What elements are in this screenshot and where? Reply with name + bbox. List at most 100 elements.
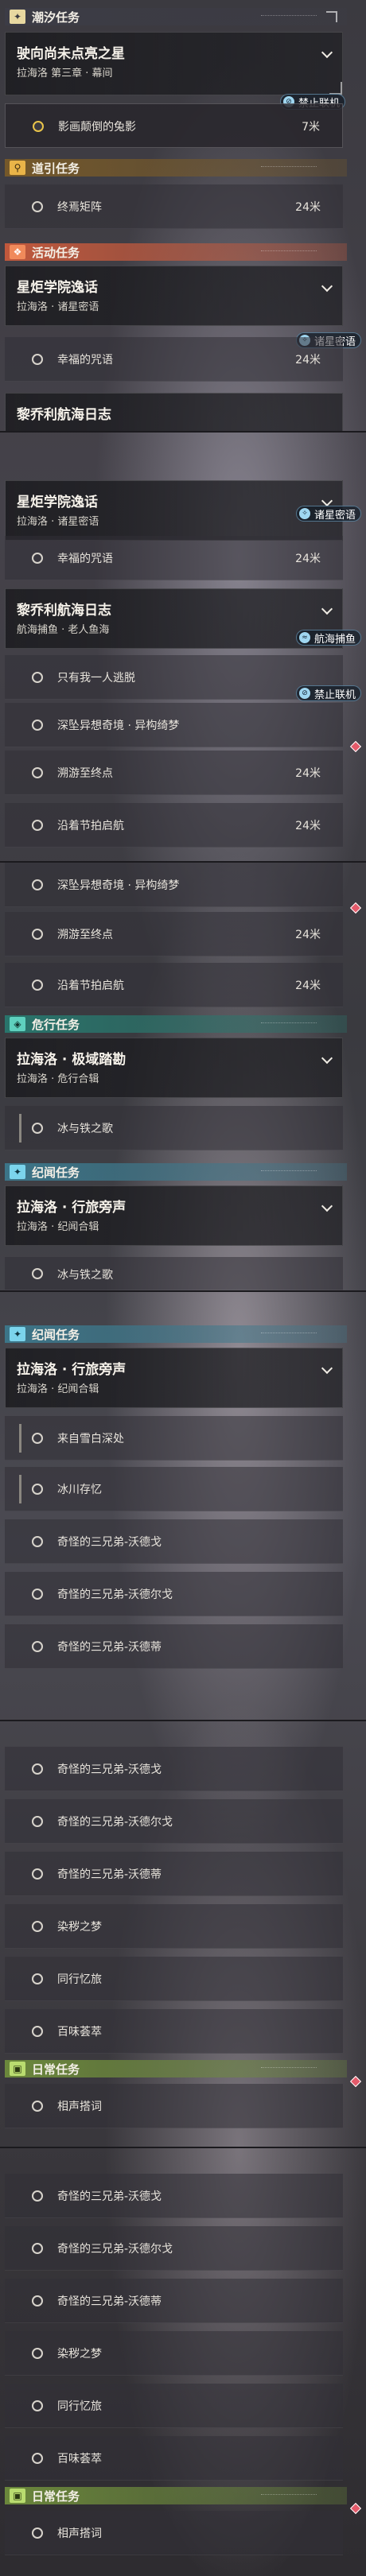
quest-step[interactable]: 沿着节拍启航 24米 [5,803,343,848]
category-label: 潮汐任务 [32,10,80,25]
quest-step[interactable]: 奇怪的三兄弟-沃德蒂 [5,1624,343,1669]
quest-step[interactable]: 奇怪的三兄弟-沃德戈 [5,1519,343,1564]
quest-step[interactable]: 同行忆旅 [5,1957,343,2001]
quest-card[interactable]: 星炬学院逸话 拉海洛 · 诸星密语 [5,266,343,326]
category-guide-quests[interactable]: ⚲ 道引任务 [5,159,347,177]
category-tide-quests[interactable]: ✦ 潮汐任务 [5,8,347,25]
category-event-quests[interactable]: ❖ 活动任务 [5,243,347,261]
quest-step-partial[interactable]: 冰与铁之歌 [5,1257,343,1290]
category-label: 活动任务 [32,245,80,260]
step-label: 奇怪的三兄弟-沃德尔戈 [57,1816,173,1829]
quest-step[interactable]: 溯游至终点 24米 [5,912,343,956]
event-icon: ❖ [10,245,25,259]
quest-step-selected[interactable]: 影画颠倒的兔影 7米 [5,103,343,148]
fish-icon: ≈ [298,632,310,643]
corner-mark-icon [326,11,337,22]
quest-title: 星炬学院逸话 [17,280,98,296]
quest-step[interactable]: 奇怪的三兄弟-沃德蒂 [5,1852,343,1896]
quest-step[interactable]: 幸福的咒语 24米 [5,337,343,382]
quest-step[interactable]: 幸福的咒语 24米 [5,536,343,580]
quest-step[interactable]: 只有我一人逃脱 [5,655,343,700]
step-label: 奇怪的三兄弟-沃德戈 [57,1536,162,1549]
quest-card[interactable]: 拉海洛 · 行旅旁声 拉海洛 · 纪闻合辑 [5,1185,343,1246]
step-circle-icon [32,672,43,683]
chevron-down-icon[interactable] [321,280,333,293]
event-tag: ✧ 诸星密语 [295,506,361,522]
quest-step[interactable]: 奇怪的三兄弟-沃德戈 [5,1747,343,1791]
quest-step[interactable]: 奇怪的三兄弟-沃德尔戈 [5,1572,343,1616]
alert-diamond-icon [349,740,362,753]
quest-step[interactable]: 沿着节拍启航 24米 [5,963,343,1007]
category-chronicle-quests[interactable]: ✦ 纪闻任务 [5,1325,347,1343]
step-circle-icon [32,720,43,731]
category-danger-quests[interactable]: ◈ 危行任务 [5,1015,347,1033]
quest-title: 星炬学院逸话 [17,495,98,510]
step-label: 奇怪的三兄弟-沃德尔戈 [57,1589,173,1601]
quest-step[interactable]: 奇怪的三兄弟-沃德戈 [5,2174,343,2218]
category-chronicle-quests[interactable]: ✦ 纪闻任务 [5,1163,347,1181]
chevron-down-icon[interactable] [321,603,333,615]
step-distance: 24米 [295,820,321,832]
corner-mark-icon [329,82,342,95]
step-circle-icon [32,2453,43,2464]
quest-step[interactable]: 奇怪的三兄弟-沃德尔戈 [5,1799,343,1844]
quest-step[interactable]: 冰川存忆 [5,1467,343,1511]
fishing-tag: ≈ 航海捕鱼 [295,630,361,646]
category-label: 纪闻任务 [32,1327,80,1342]
quest-step[interactable]: 百味荟萃 [5,2009,343,2054]
sparkle-icon: ✦ [10,1165,25,1179]
quest-title: 拉海洛 · 行旅旁声 [17,1200,127,1216]
quest-step[interactable]: 溯游至终点 24米 [5,751,343,795]
step-circle-icon [32,980,43,991]
chevron-down-icon[interactable] [321,1200,333,1212]
quest-step[interactable]: 深坠异想奇境 · 异构绮梦 [5,863,343,907]
category-label: 危行任务 [32,1017,80,1032]
location-pin-icon: ⚲ [10,161,25,175]
quest-step[interactable]: 深坠异想奇境 · 异构绮梦 [5,703,343,747]
step-circle-icon [32,2190,43,2202]
quest-card[interactable]: 拉海洛 · 行旅旁声 拉海洛 · 纪闻合辑 [5,1348,343,1408]
step-circle-icon [32,1973,43,1984]
quest-step[interactable]: 冰与铁之歌 [5,1106,343,1150]
quest-subtitle: 拉海洛 · 诸星密语 [17,516,99,528]
quest-card-partial[interactable]: 黎乔利航海日志 [5,393,343,431]
step-label: 奇怪的三兄弟-沃德蒂 [57,2295,162,2308]
quest-card[interactable]: 拉海洛 · 极域踏勘 拉海洛 · 危行合辑 [5,1038,343,1098]
chevron-down-icon[interactable] [321,1362,333,1375]
step-label: 终焉矩阵 [57,201,102,214]
quest-step[interactable]: 染秽之梦 [5,2331,343,2376]
quest-step[interactable]: 染秽之梦 [5,1904,343,1949]
quest-card[interactable]: 驶向尚未点亮之星 拉海洛 第三章 · 幕间 [5,32,343,95]
step-label: 冰与铁之歌 [57,1123,113,1135]
screen-segment-3: 深坠异想奇境 · 异构绮梦 溯游至终点 24米 沿着节拍启航 24米 ◈ 危行任… [0,863,366,1290]
category-daily-quests[interactable]: ▣ 日常任务 [5,2060,347,2077]
step-label: 奇怪的三兄弟-沃德戈 [57,2190,162,2203]
quest-card[interactable]: 黎乔利航海日志 航海捕鱼 · 老人鱼海 [5,588,343,649]
chevron-down-icon[interactable] [321,46,333,59]
category-daily-quests[interactable]: ▣ 日常任务 [5,2487,347,2504]
step-distance: 24米 [295,553,321,565]
quest-step[interactable]: 奇怪的三兄弟-沃德尔戈 [5,2226,343,2271]
quest-step[interactable]: 同行忆旅 [5,2384,343,2428]
chevron-down-icon[interactable] [321,495,333,507]
calendar-icon: ▣ [10,2062,25,2076]
step-label: 冰川存忆 [57,1484,102,1496]
quest-step[interactable]: 百味荟萃 [5,2436,343,2481]
step-circle-icon [32,2026,43,2037]
step-label: 冰与铁之歌 [57,1269,113,1282]
online-ban-tag: ⊘ 禁止联机 [295,685,361,701]
quest-card[interactable]: 星炬学院逸话 拉海洛 · 诸星密语 [5,480,343,541]
quest-step[interactable]: 相声搭词 [5,2511,343,2555]
quest-step[interactable]: 奇怪的三兄弟-沃德蒂 [5,2279,343,2323]
sparkle-icon: ✦ [10,1327,25,1341]
chevron-down-icon[interactable] [321,1052,333,1065]
step-label: 沿着节拍启航 [57,820,124,832]
quest-title: 黎乔利航海日志 [17,407,111,423]
quest-step[interactable]: 来自雪白深处 [5,1416,343,1461]
step-label: 影画颠倒的兔影 [58,121,136,134]
ban-icon: ⊘ [298,688,310,699]
category-label: 日常任务 [32,2489,80,2504]
quest-step[interactable]: 终焉矩阵 24米 [5,184,343,229]
quest-step[interactable]: 相声搭词 [5,2084,343,2128]
quest-subtitle: 拉海洛 · 诸星密语 [17,301,99,313]
